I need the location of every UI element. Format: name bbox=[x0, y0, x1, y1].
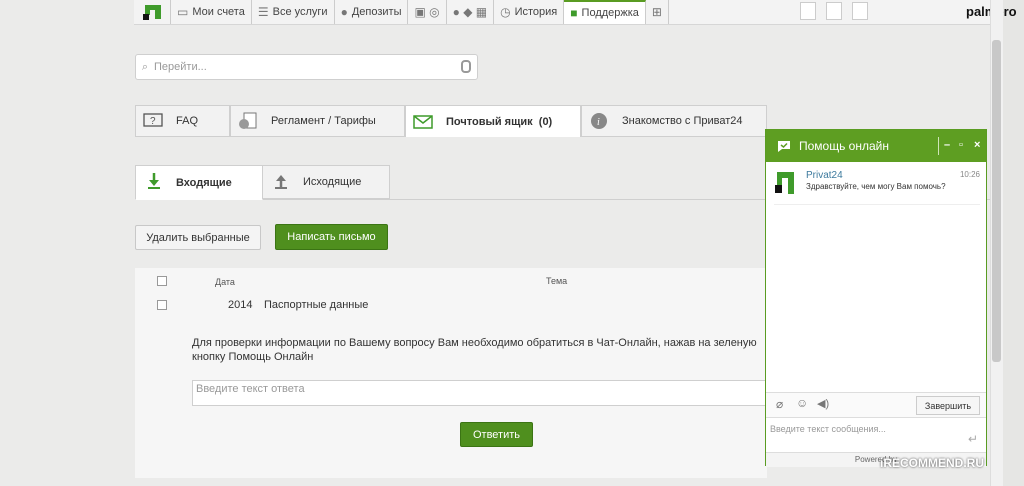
nav-label: Мои счета bbox=[192, 6, 245, 18]
apps-icon: ● ◆ ▦ bbox=[452, 5, 488, 19]
maximize-icon[interactable]: ▫ bbox=[959, 139, 963, 151]
piggy-icon: ● bbox=[340, 5, 348, 19]
table-row[interactable]: 2014 Паспортные данные bbox=[135, 296, 767, 314]
info-icon: i bbox=[588, 112, 610, 130]
notification-icon[interactable] bbox=[800, 2, 816, 20]
top-right-controls bbox=[800, 2, 868, 20]
chat-message-input[interactable]: Введите текст сообщения... ↵ bbox=[766, 417, 986, 454]
messages-icon[interactable] bbox=[826, 2, 842, 20]
arrow-up-icon bbox=[275, 173, 287, 192]
question-icon: ? bbox=[142, 112, 164, 130]
chat-text: Здравствуйте, чем могу Вам помочь? bbox=[806, 182, 946, 191]
nav-label: Депозиты bbox=[351, 6, 402, 18]
tab-label: Знакомство с Приват24 bbox=[622, 115, 743, 127]
support-icon: ■ bbox=[570, 6, 578, 20]
arrow-down-icon bbox=[148, 173, 160, 192]
chat-widget: Помощь онлайн – ▫ × Privat24 10:26 Здрав… bbox=[765, 129, 987, 467]
chat-title: Помощь онлайн bbox=[799, 139, 889, 153]
chat-toolbar: ⌀ ☺ ◀) Завершить bbox=[766, 392, 986, 417]
reply-field[interactable]: Введите текст ответа bbox=[192, 380, 767, 406]
chat-time: 10:26 bbox=[959, 170, 980, 179]
card-icon: ▭ bbox=[177, 5, 189, 19]
nav-transport[interactable]: ▣ ◎ bbox=[408, 0, 447, 24]
chat-sender: Privat24 bbox=[806, 170, 843, 181]
coins-icon bbox=[237, 112, 259, 130]
nav-my-accounts[interactable]: ▭ Мои счета bbox=[171, 0, 252, 24]
tab-outbox[interactable]: Исходящие bbox=[262, 165, 390, 199]
mail-icon bbox=[412, 113, 434, 131]
tab-label: FAQ bbox=[176, 115, 199, 127]
compose-button[interactable]: Написать письмо bbox=[275, 224, 388, 250]
row-subject[interactable]: Паспортные данные bbox=[264, 299, 368, 311]
sound-icon[interactable]: ◀) bbox=[817, 397, 829, 410]
nav-apps[interactable]: ● ◆ ▦ bbox=[447, 0, 495, 24]
watermark: iRECOMMEND.RU bbox=[880, 456, 984, 470]
message-list: Дата Тема 2014 Паспортные данные Для про… bbox=[135, 268, 767, 478]
nav-deposits[interactable]: ● Депозиты bbox=[335, 0, 409, 24]
clock-icon: ◷ bbox=[500, 5, 511, 19]
search-input[interactable]: ⌕ Перейти... bbox=[135, 54, 478, 80]
support-tabs: ? FAQ Регламент / Тарифы Почтовый ящик (… bbox=[135, 105, 767, 137]
tab-rules-tariffs[interactable]: Регламент / Тарифы bbox=[230, 105, 405, 137]
message-body: Для проверки информации по Вашему вопрос… bbox=[192, 337, 757, 363]
end-chat-button[interactable]: Завершить bbox=[916, 396, 980, 415]
nav-label: История bbox=[514, 6, 558, 18]
nav-history[interactable]: ◷ История bbox=[494, 0, 565, 24]
row-checkbox[interactable] bbox=[157, 300, 167, 310]
nav-label: Все услуги bbox=[272, 6, 328, 18]
smiley-icon[interactable]: ☺ bbox=[796, 396, 808, 410]
nav-label: Поддержка bbox=[581, 7, 639, 19]
col-date: Дата bbox=[215, 277, 235, 287]
list-icon: ☰ bbox=[257, 5, 269, 19]
nav-support[interactable]: ■ Поддержка bbox=[564, 0, 646, 24]
tab-mailbox[interactable]: Почтовый ящик (0) bbox=[405, 105, 581, 137]
privat24-logo[interactable] bbox=[134, 0, 171, 24]
logout-icon[interactable] bbox=[852, 2, 868, 20]
reply-button[interactable]: Ответить bbox=[460, 422, 533, 447]
attach-icon[interactable]: ⌀ bbox=[776, 397, 783, 411]
delete-selected-button[interactable]: Удалить выбранные bbox=[135, 225, 261, 250]
chat-message: Privat24 10:26 Здравствуйте, чем могу Ва… bbox=[774, 170, 980, 205]
microphone-icon[interactable] bbox=[461, 60, 471, 73]
transport-icon: ▣ ◎ bbox=[414, 5, 440, 19]
scrollbar-thumb[interactable] bbox=[992, 40, 1001, 362]
cart-icon: ⊞ bbox=[651, 5, 662, 19]
tab-label: Исходящие bbox=[303, 176, 362, 188]
divider bbox=[938, 137, 939, 155]
tab-label: Почтовый ящик bbox=[446, 115, 533, 128]
tab-faq[interactable]: ? FAQ bbox=[135, 105, 230, 137]
chat-bubble-icon bbox=[776, 140, 792, 152]
svg-text:?: ? bbox=[150, 116, 156, 127]
scrollbar[interactable] bbox=[990, 0, 1003, 486]
tab-intro-privat24[interactable]: i Знакомство с Приват24 bbox=[581, 105, 767, 137]
search-placeholder: Перейти... bbox=[154, 61, 207, 73]
tab-inbox[interactable]: Входящие bbox=[135, 165, 263, 200]
tab-label: Входящие bbox=[176, 176, 232, 189]
chat-input-placeholder: Введите текст сообщения... bbox=[770, 424, 886, 434]
col-subject: Тема bbox=[546, 276, 568, 286]
page: ▭ Мои счета ☰ Все услуги ● Депозиты ▣ ◎ ● ◆… bbox=[0, 0, 1017, 486]
privat24-avatar bbox=[774, 170, 796, 203]
search-icon: ⌕ bbox=[141, 60, 149, 73]
enter-icon[interactable]: ↵ bbox=[968, 432, 978, 446]
row-date: 2014 bbox=[228, 299, 253, 311]
chat-header: Помощь онлайн – ▫ × bbox=[766, 130, 986, 162]
mail-count: (0) bbox=[538, 115, 553, 128]
nav-cart[interactable]: ⊞ bbox=[646, 0, 669, 24]
svg-text:i: i bbox=[597, 117, 600, 128]
select-all-checkbox[interactable] bbox=[157, 276, 167, 286]
nav-all-services[interactable]: ☰ Все услуги bbox=[252, 0, 335, 24]
list-header: Дата Тема bbox=[135, 268, 767, 290]
tab-label: Регламент / Тарифы bbox=[271, 115, 376, 127]
minimize-icon[interactable]: – bbox=[944, 139, 950, 151]
close-icon[interactable]: × bbox=[974, 139, 980, 151]
